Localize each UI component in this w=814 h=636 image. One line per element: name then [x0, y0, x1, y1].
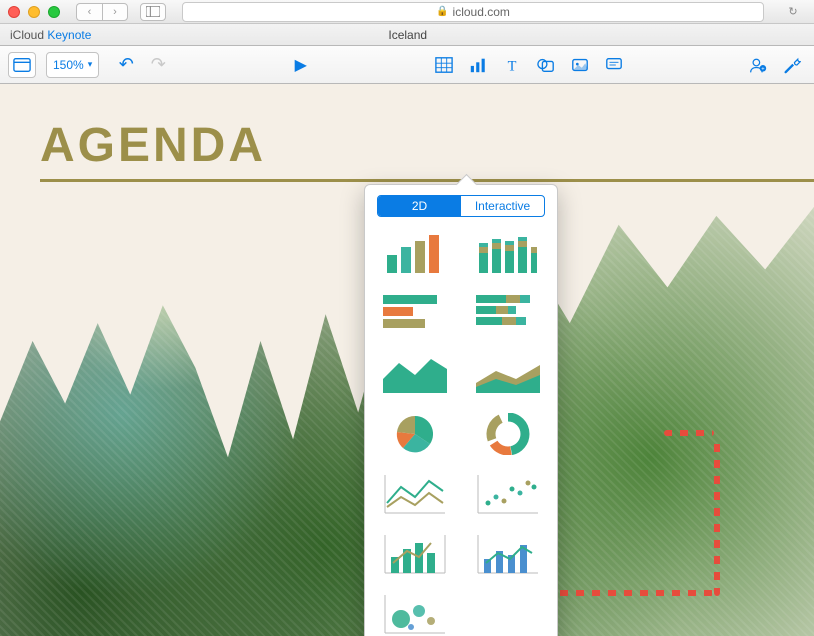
- tab-interactive[interactable]: Interactive: [461, 196, 544, 216]
- insert-text-button[interactable]: T: [498, 52, 526, 78]
- chart-area[interactable]: [383, 353, 447, 395]
- document-title: Iceland: [101, 28, 714, 42]
- address-bar[interactable]: 🔒 icloud.com: [182, 2, 764, 22]
- forward-button[interactable]: ›: [102, 3, 128, 21]
- chart-bar-horizontal[interactable]: [383, 293, 447, 335]
- lock-icon: 🔒: [436, 6, 448, 17]
- zoom-select[interactable]: 150%▾: [46, 52, 99, 78]
- play-button[interactable]: ▶: [287, 52, 315, 78]
- chart-thumbnail-grid: [377, 227, 545, 636]
- tab-2d[interactable]: 2D: [378, 196, 461, 216]
- undo-button[interactable]: ↶: [113, 56, 139, 74]
- chart-scatter[interactable]: [476, 473, 540, 515]
- map-route[interactable]: [544, 426, 764, 596]
- chart-bubble[interactable]: [383, 593, 447, 635]
- redo-button[interactable]: ↷: [145, 56, 171, 74]
- insert-media-button[interactable]: [566, 52, 594, 78]
- slide-headline[interactable]: AGENDA: [40, 118, 266, 173]
- crumb-app[interactable]: iCloud: [10, 28, 44, 42]
- view-menu-button[interactable]: [8, 52, 36, 78]
- svg-text:T: T: [508, 58, 517, 74]
- chart-area-stacked[interactable]: [476, 353, 540, 395]
- sidebar-toggle-button[interactable]: [140, 3, 166, 21]
- chart-type-tabs: 2D Interactive: [377, 195, 545, 217]
- chart-column-stacked[interactable]: [476, 233, 540, 275]
- chart-line[interactable]: [383, 473, 447, 515]
- chart-mixed[interactable]: [476, 533, 540, 575]
- safari-titlebar: ‹ › 🔒 icloud.com ↻: [0, 0, 814, 24]
- insert-table-button[interactable]: [430, 52, 458, 78]
- zoom-window-button[interactable]: [48, 6, 60, 18]
- headline-rule: [40, 179, 814, 182]
- keynote-toolbar: 150%▾ ↶ ↷ ▶ T +: [0, 46, 814, 84]
- slide-canvas[interactable]: AGENDA 2D Interactive: [0, 84, 814, 636]
- breadcrumb: iCloud Keynote: [0, 28, 101, 42]
- format-button[interactable]: [778, 52, 806, 78]
- chart-two-axis[interactable]: [383, 533, 447, 575]
- tab-bar: iCloud Keynote Iceland: [0, 24, 814, 46]
- url-host: icloud.com: [453, 5, 510, 19]
- chart-donut[interactable]: [476, 413, 540, 455]
- nav-group: ‹ ›: [76, 3, 128, 21]
- chart-bar-horizontal-stacked[interactable]: [476, 293, 540, 335]
- chart-picker-popover: 2D Interactive: [364, 184, 558, 636]
- minimize-window-button[interactable]: [28, 6, 40, 18]
- chart-pie[interactable]: [383, 413, 447, 455]
- collaborate-button[interactable]: +: [744, 52, 772, 78]
- window-controls: [8, 6, 60, 18]
- insert-chart-button[interactable]: [464, 52, 492, 78]
- close-window-button[interactable]: [8, 6, 20, 18]
- back-button[interactable]: ‹: [76, 3, 102, 21]
- insert-comment-button[interactable]: [600, 52, 628, 78]
- chart-column[interactable]: [383, 233, 447, 275]
- zoom-value: 150%: [53, 58, 84, 72]
- insert-shape-button[interactable]: [532, 52, 560, 78]
- insert-group: T: [430, 52, 628, 78]
- reload-button[interactable]: ↻: [780, 3, 806, 21]
- crumb-doc[interactable]: Keynote: [47, 28, 91, 42]
